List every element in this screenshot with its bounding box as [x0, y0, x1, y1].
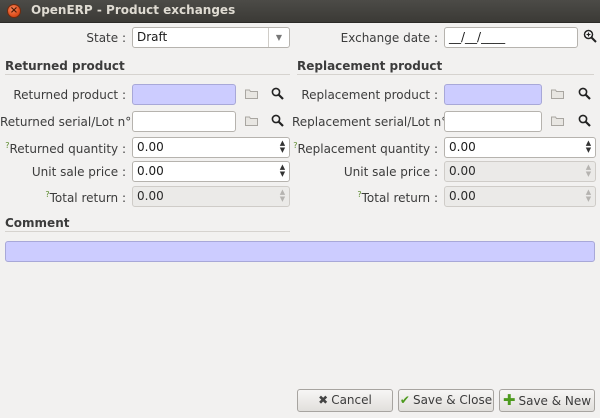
returned-product-input[interactable]: [132, 84, 236, 105]
exchange-date-field[interactable]: __/__/____: [444, 27, 578, 48]
folder-icon[interactable]: [549, 87, 565, 103]
x-icon: ✖: [318, 393, 329, 407]
spin-arrows-icon[interactable]: ▲ ▼: [584, 140, 593, 155]
search-icon[interactable]: [576, 87, 592, 103]
zoom-in-icon[interactable]: [582, 29, 598, 45]
returned-total-field: 0.00 ▲ ▼: [132, 186, 290, 207]
check-icon: ✔: [399, 393, 410, 407]
replacement-quantity-label: ?Replacement quantity :: [293, 141, 438, 156]
spin-arrows-icon[interactable]: ▲ ▼: [278, 140, 287, 155]
replacement-total-label: ?Total return :: [357, 190, 438, 205]
replacement-separator: [297, 74, 594, 75]
returned-product-label: Returned product :: [13, 88, 126, 102]
returned-quantity-label: ?Returned quantity :: [5, 141, 126, 156]
replacement-serial-input[interactable]: [444, 111, 542, 132]
save-close-label: Save & Close: [412, 393, 493, 407]
close-icon[interactable]: ×: [7, 4, 21, 18]
search-icon[interactable]: [269, 87, 285, 103]
search-icon[interactable]: [269, 114, 285, 130]
search-icon[interactable]: [576, 114, 592, 130]
folder-icon[interactable]: [243, 114, 259, 130]
save-close-button[interactable]: ✔ Save & Close: [398, 389, 494, 412]
replacement-unit-price-label: Unit sale price :: [343, 165, 438, 179]
replacement-serial-label: Replacement serial/Lot n° :: [292, 115, 456, 129]
returned-unit-price-label: Unit sale price :: [31, 165, 126, 179]
replacement-section-title: Replacement product: [297, 59, 443, 73]
cancel-label: Cancel: [331, 393, 372, 407]
window-title: OpenERP - Product exchanges: [31, 3, 236, 17]
plus-icon: ✚: [502, 391, 516, 409]
returned-unit-price-stepper[interactable]: 0.00 ▲ ▼: [132, 161, 290, 182]
state-select[interactable]: Draft ▼: [132, 27, 290, 48]
returned-serial-label: Returned serial/Lot n° :: [0, 115, 140, 129]
returned-serial-input[interactable]: [132, 111, 236, 132]
returned-section-title: Returned product: [5, 59, 125, 73]
spin-arrows-icon: ▲ ▼: [585, 163, 592, 178]
returned-quantity-stepper[interactable]: 0.00 ▲ ▼: [132, 137, 290, 158]
spin-arrows-icon: ▲ ▼: [585, 188, 592, 203]
comment-section-title: Comment: [5, 216, 70, 230]
replacement-product-label: Replacement product :: [301, 88, 438, 102]
comment-field[interactable]: [5, 241, 595, 262]
replacement-product-input[interactable]: [444, 84, 542, 105]
cancel-button[interactable]: ✖ Cancel: [297, 389, 393, 412]
replacement-quantity-stepper[interactable]: 0.00 ▲ ▼: [444, 137, 596, 158]
save-new-button[interactable]: ✚ Save & New: [499, 389, 595, 412]
state-value: Draft: [137, 30, 168, 44]
folder-icon[interactable]: [243, 87, 259, 103]
returned-separator: [5, 74, 290, 75]
spin-arrows-icon[interactable]: ▲ ▼: [278, 164, 287, 179]
chevron-down-icon[interactable]: ▼: [268, 28, 289, 47]
spin-arrows-icon: ▲ ▼: [279, 188, 286, 203]
replacement-total-field: 0.00 ▲ ▼: [444, 186, 596, 207]
title-bar: × OpenERP - Product exchanges: [0, 0, 600, 23]
save-new-label: Save & New: [518, 394, 592, 408]
comment-separator: [5, 231, 290, 232]
replacement-unit-price-field: 0.00 ▲ ▼: [444, 161, 596, 182]
state-label: State :: [86, 31, 126, 45]
folder-icon[interactable]: [549, 114, 565, 130]
exchange-date-label: Exchange date :: [340, 31, 438, 45]
returned-total-label: ?Total return :: [45, 190, 126, 205]
